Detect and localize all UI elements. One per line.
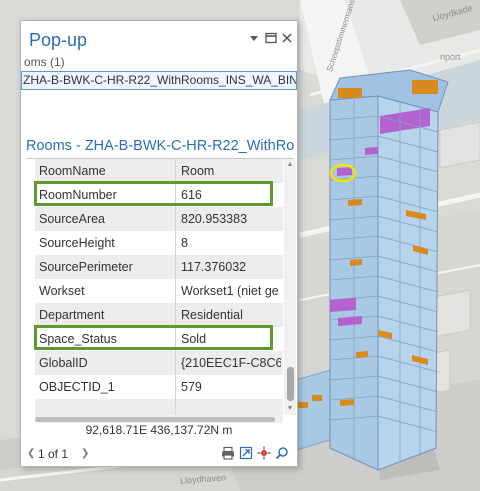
close-icon[interactable] bbox=[280, 31, 294, 45]
popup-pane: Pop-up oms (1) ZHA-B-BWK-C-HR-R22_WithRo… bbox=[20, 20, 298, 467]
table-row: Workset Workset1 (niet ge bbox=[35, 279, 283, 303]
feature-tree-item-selected[interactable]: ZHA-B-BWK-C-HR-R22_WithRooms_INS_WA_BIND bbox=[21, 71, 297, 90]
print-icon[interactable] bbox=[221, 446, 235, 460]
table-row: RoomNumber 616 bbox=[35, 183, 283, 207]
popup-header: Pop-up bbox=[21, 21, 297, 55]
table-row: SourceArea 820.953383 bbox=[35, 207, 283, 231]
attribute-name: OBJECTID_1 bbox=[39, 380, 115, 394]
table-row: RoomName Room bbox=[35, 159, 283, 183]
attribute-value: {210EEC1F-C8C6-4 bbox=[181, 356, 281, 370]
map-street-label: nport bbox=[440, 52, 461, 62]
vertical-scrollbar[interactable]: ▲ ▼ bbox=[284, 159, 296, 415]
attribute-name: RoomName bbox=[39, 164, 106, 178]
table-row: GlobalID {210EEC1F-C8C6-4 bbox=[35, 351, 283, 375]
feature-tree-layer[interactable]: oms (1) bbox=[21, 55, 297, 71]
attribute-value: 820.953383 bbox=[181, 212, 248, 226]
horizontal-scrollbar[interactable] bbox=[35, 415, 283, 423]
export-icon[interactable] bbox=[239, 446, 253, 460]
attribute-value: 117.376032 bbox=[181, 260, 247, 274]
zoom-to-icon[interactable] bbox=[257, 446, 271, 460]
attribute-name: SourceArea bbox=[39, 212, 106, 226]
attribute-name: Space_Status bbox=[39, 332, 117, 346]
attribute-value: Workset1 (niet ge bbox=[181, 284, 279, 298]
scroll-thumb[interactable] bbox=[287, 367, 294, 401]
pin-icon[interactable] bbox=[247, 31, 261, 45]
table-row: SourceHeight 8 bbox=[35, 231, 283, 255]
popup-title: Pop-up bbox=[29, 30, 88, 50]
scroll-down-icon[interactable]: ▼ bbox=[284, 403, 296, 415]
table-row: Department Residential bbox=[35, 303, 283, 327]
attribute-name: GlobalID bbox=[39, 356, 88, 370]
table-row: SourcePerimeter 117.376032 bbox=[35, 255, 283, 279]
table-row: OBJECTID_1 579 bbox=[35, 375, 283, 399]
search-icon[interactable] bbox=[275, 446, 289, 460]
attribute-name: RoomNumber bbox=[39, 188, 117, 202]
scroll-up-icon[interactable]: ▲ bbox=[284, 159, 296, 171]
attribute-value: 8 bbox=[181, 236, 188, 250]
attribute-name: Workset bbox=[39, 284, 85, 298]
column-divider bbox=[175, 159, 176, 415]
attribute-table: RoomName Room RoomNumber 616 SourceArea … bbox=[35, 159, 283, 415]
coordinate-readout: 92,618.71E 436,137.72N m bbox=[85, 423, 233, 437]
maximize-icon[interactable] bbox=[264, 31, 278, 45]
attribute-value: Residential bbox=[181, 308, 243, 322]
attribute-value: Room bbox=[181, 164, 215, 178]
table-row bbox=[35, 399, 283, 415]
popup-footer: ❮ 1 of 1 ❯ bbox=[21, 441, 297, 467]
next-feature-button[interactable]: ❯ bbox=[81, 448, 89, 459]
layer-title: Rooms - ZHA-B-BWK-C-HR-R22_WithRo... bbox=[26, 138, 294, 154]
attribute-name: SourceHeight bbox=[39, 236, 115, 250]
attribute-name: Department bbox=[39, 308, 105, 322]
attribute-value: 616 bbox=[181, 188, 202, 202]
table-row: Space_Status Sold bbox=[35, 327, 283, 351]
attribute-value: Sold bbox=[181, 332, 207, 346]
attribute-value: 579 bbox=[181, 380, 202, 394]
paging-indicator: 1 of 1 bbox=[38, 447, 69, 461]
previous-feature-button[interactable]: ❮ bbox=[27, 448, 35, 459]
scroll-thumb[interactable] bbox=[35, 417, 275, 422]
attribute-name: SourcePerimeter bbox=[39, 260, 133, 274]
